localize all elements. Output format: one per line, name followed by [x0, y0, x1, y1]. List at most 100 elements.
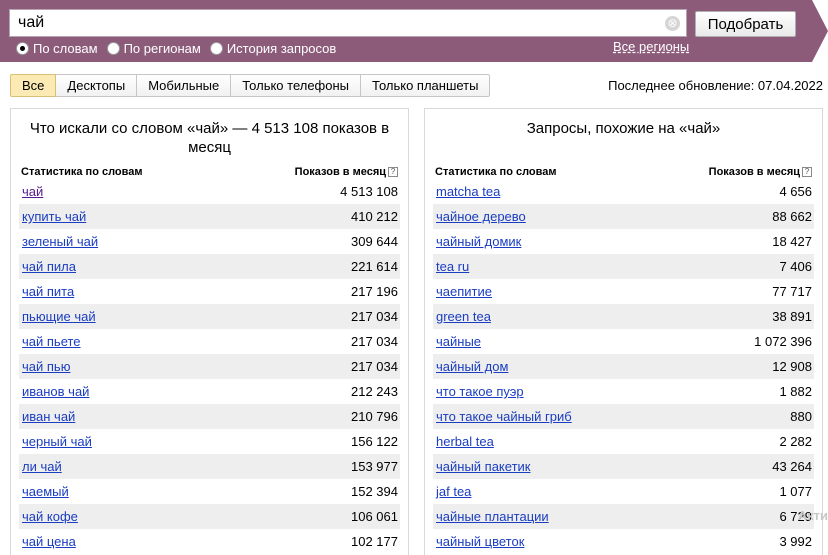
keyword-link[interactable]: чайный дом	[436, 359, 508, 374]
table-row: чай пью 217 034	[19, 354, 400, 379]
shows-count: 2 282	[779, 434, 812, 449]
table-row: чайные 1 072 396	[433, 329, 814, 354]
table-row: чайный дом 12 908	[433, 354, 814, 379]
keyword-link[interactable]: чай кофе	[22, 509, 78, 524]
keyword-link[interactable]: чайное дерево	[436, 209, 526, 224]
keyword-link[interactable]: чайные	[436, 334, 481, 349]
keyword-link[interactable]: matcha tea	[436, 184, 500, 199]
keyword-link[interactable]: чайный пакетик	[436, 459, 530, 474]
shows-count: 156 122	[351, 434, 398, 449]
keyword-link[interactable]: чай	[22, 184, 43, 199]
shows-count: 3 992	[779, 534, 812, 549]
tab-device-filter[interactable]: Все	[10, 74, 57, 97]
tab-device-filter[interactable]: Мобильные	[137, 74, 232, 97]
keyword-link[interactable]: иван чай	[22, 409, 75, 424]
tab-device-filter[interactable]: Только планшеты	[361, 74, 491, 97]
shows-count: 4 513 108	[340, 184, 398, 199]
radio-button[interactable]	[16, 41, 29, 55]
shows-count: 43 264	[772, 459, 812, 474]
keyword-link[interactable]: чай пью	[22, 359, 70, 374]
help-icon[interactable]: ?	[388, 167, 398, 177]
shows-count: 18 427	[772, 234, 812, 249]
shows-count: 12 908	[772, 359, 812, 374]
search-mode-group: По словам По регионам История запросов	[16, 39, 345, 57]
tab-device-filter[interactable]: Десктопы	[56, 74, 138, 97]
search-mode-option[interactable]: По словам	[16, 41, 98, 56]
table-row: чайные плантации 6 729	[433, 504, 814, 529]
table-row: jaf tea 1 077	[433, 479, 814, 504]
tab-device-filter[interactable]: Только телефоны	[231, 74, 362, 97]
search-mode-label: По регионам	[123, 40, 201, 56]
last-update-text: Последнее обновление: 07.04.2022	[608, 78, 823, 93]
shows-count: 1 077	[779, 484, 812, 499]
keyword-link[interactable]: зеленый чай	[22, 234, 98, 249]
search-input-wrapper: ⊗	[9, 9, 687, 37]
keyword-link[interactable]: чаепитие	[436, 284, 492, 299]
submit-button[interactable]: Подобрать	[695, 11, 796, 37]
panel-title: Запросы, похожие на «чай»	[526, 120, 721, 137]
panel-title: Что искали со словом «чай» — 4 513 108 п…	[29, 120, 390, 156]
column-headers: Статистика по словам Показов в месяц?	[21, 164, 398, 180]
table-row: иванов чай 212 243	[19, 379, 400, 404]
keyword-column-header: Статистика по словам	[435, 166, 557, 178]
keyword-link[interactable]: пьющие чай	[22, 309, 96, 324]
radio-button[interactable]	[106, 41, 120, 55]
table-row: чай пьете 217 034	[19, 329, 400, 354]
shows-count: 1 072 396	[754, 334, 812, 349]
keyword-link[interactable]: чаемый	[22, 484, 69, 499]
table-row: что такое пуэр 1 882	[433, 379, 814, 404]
table-row: чаепитие 77 717	[433, 279, 814, 304]
search-mode-option[interactable]: История запросов	[209, 40, 337, 56]
all-regions-link[interactable]: Все регионы	[613, 39, 689, 54]
keyword-column-header: Статистика по словам	[21, 166, 143, 178]
shows-count: 4 656	[779, 184, 812, 199]
keyword-link[interactable]: что такое чайный гриб	[436, 409, 572, 424]
keyword-link[interactable]: jaf tea	[436, 484, 471, 499]
table-row: чайное дерево 88 662	[433, 204, 814, 229]
table-row: чай кофе 106 061	[19, 504, 400, 529]
keyword-link[interactable]: что такое пуэр	[436, 384, 524, 399]
keyword-link[interactable]: чай пьете	[22, 334, 81, 349]
search-mode-option[interactable]: По регионам	[106, 40, 201, 56]
keyword-link[interactable]: чай пита	[22, 284, 74, 299]
table-row: пьющие чай 217 034	[19, 304, 400, 329]
shows-count: 106 061	[351, 509, 398, 524]
keyword-table: чай 4 513 108 купить чай 410 212 зеленый чай…	[19, 179, 400, 554]
search-input[interactable]	[18, 14, 658, 32]
shows-count: 880	[790, 409, 812, 424]
shows-count: 7 406	[779, 259, 812, 274]
shows-column-label: Показов в месяц	[294, 166, 386, 178]
similar-queries-panel: Запросы, похожие на «чай» Статистика по …	[424, 108, 823, 555]
shows-count: 153 977	[351, 459, 398, 474]
clear-icon[interactable]: ⊗	[665, 16, 680, 31]
shows-column-header: Показов в месяц?	[295, 166, 398, 178]
keyword-link[interactable]: чай цена	[22, 534, 76, 549]
shows-count: 152 394	[351, 484, 398, 499]
keyword-link[interactable]: green tea	[436, 309, 491, 324]
shows-count: 309 644	[351, 234, 398, 249]
keyword-link[interactable]: tea ru	[436, 259, 469, 274]
keyword-link[interactable]: чайные плантации	[436, 509, 549, 524]
table-row: чай цена 102 177	[19, 529, 400, 554]
keyword-link[interactable]: ли чай	[22, 459, 62, 474]
shows-count: 217 034	[351, 359, 398, 374]
keyword-link[interactable]: иванов чай	[22, 384, 89, 399]
radio-button[interactable]	[209, 41, 223, 55]
table-row: tea ru 7 406	[433, 254, 814, 279]
keyword-link[interactable]: чай пила	[22, 259, 76, 274]
shows-count: 410 212	[351, 209, 398, 224]
shows-count: 217 196	[351, 284, 398, 299]
search-mode-label: История запросов	[226, 40, 337, 56]
keyword-link[interactable]: чайный домик	[436, 234, 521, 249]
keyword-link[interactable]: черный чай	[22, 434, 92, 449]
keyword-link[interactable]: купить чай	[22, 209, 86, 224]
shows-count: 212 243	[351, 384, 398, 399]
shows-count: 217 034	[351, 309, 398, 324]
help-icon[interactable]: ?	[802, 167, 812, 177]
table-row: чаемый 152 394	[19, 479, 400, 504]
keyword-link[interactable]: herbal tea	[436, 434, 494, 449]
shows-count: 210 796	[351, 409, 398, 424]
table-row: иван чай 210 796	[19, 404, 400, 429]
keyword-link[interactable]: чайный цветок	[436, 534, 524, 549]
shows-count: 217 034	[351, 334, 398, 349]
